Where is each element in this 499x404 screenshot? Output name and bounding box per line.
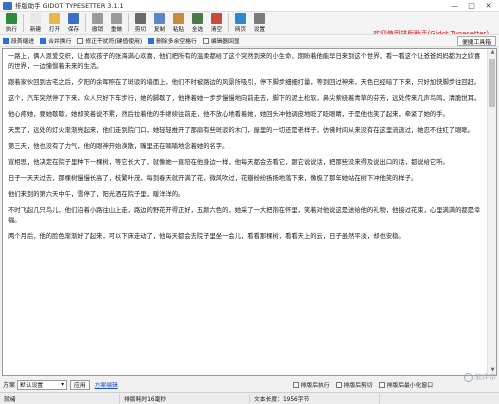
minimize-button[interactable]: — (446, 1, 463, 11)
undo-icon (92, 13, 103, 24)
scheme-bar: 方案 默认设置 ▾ 应用 方案编辑 排版后执行 排版后剪切 排版后最小化窗口 (0, 378, 499, 391)
paragraph: 日子一天天过去，那棵树慢慢长高了，枝繁叶茂，每到春天就开满了花，微风吹过，花瓣纷… (8, 175, 418, 182)
option-remove-blank[interactable]: 删除多余空格行 (148, 36, 197, 45)
run-button[interactable]: 执行 (2, 12, 21, 34)
cut-button[interactable]: 剪切 (131, 12, 150, 34)
status-time: 排版耗时16毫秒 (120, 393, 250, 404)
options-bar: 段首缩进 合并换行 修正干扰符(键值使用) 删除多余空格行 编辑器回显 便捷工具… (0, 34, 499, 47)
window-title: 排版助手 GIDOT TYPESETTER 3.1.1 (15, 2, 124, 10)
apply-button[interactable]: 应用 (70, 379, 90, 390)
option-run-after[interactable]: 排版后执行 (292, 380, 330, 389)
checkbox[interactable] (292, 381, 299, 388)
chevron-down-icon: ▾ (61, 381, 65, 388)
checkbox[interactable] (335, 381, 342, 388)
paragraph: 第三天，他也没有了力气，他的眼神开始涣散，嘴里还在喃喃地念着她的名字。 (8, 143, 229, 150)
save-button[interactable]: 保存 (64, 12, 83, 34)
toolbox-button[interactable]: 便捷工具箱 (457, 36, 496, 46)
scroll-thumb[interactable] (489, 59, 495, 107)
text-editor[interactable]: 一路上，俩人恩爱交织，让喜欢孩子的张海满心欢喜，他们把所有的温柔都给了这个突然到… (2, 48, 497, 376)
watermark: 软件帝 (464, 372, 496, 382)
checkbox[interactable] (202, 37, 209, 44)
paste-icon (173, 13, 184, 24)
scheme-label: 方案 (3, 382, 16, 389)
open-folder-icon (49, 13, 60, 24)
paragraph: 他们来到的第六天中午，雪停了，阳光洒在院子里，暖洋洋的。 (8, 191, 185, 198)
toolbar-separator (85, 14, 86, 32)
checkbox[interactable] (40, 37, 47, 44)
save-icon (68, 13, 79, 24)
checkbox[interactable] (77, 37, 84, 44)
scheme-select[interactable]: 默认设置 ▾ (17, 379, 68, 390)
toolbar-separator (228, 14, 229, 32)
checkbox[interactable] (378, 381, 385, 388)
open-button[interactable]: 打开 (45, 12, 64, 34)
option-indent[interactable]: 段首缩进 (3, 36, 34, 45)
paragraph: 天黑了，远处的灯火渐渐亮起来，他们走到院门口，她轻轻推开了那扇有些斑驳的木门，屋… (8, 127, 474, 134)
paragraph: 这个，汽车突然停了下来，众人只好下车步行，她的脚歇了，他搀着她一步步慢慢地向前走… (8, 95, 481, 102)
option-fix-chars[interactable]: 修正干扰符(键值使用) (77, 36, 142, 45)
checkbox[interactable] (3, 37, 9, 44)
clear-icon (211, 13, 222, 24)
toolbar-separator (23, 14, 24, 32)
copy-button[interactable]: 复制 (150, 12, 169, 34)
window-controls: — □ ✕ (446, 1, 497, 11)
editor-content: 一路上，俩人恩爱交织，让喜欢孩子的张海满心欢喜，他们把所有的温柔都给了这个突然到… (3, 49, 496, 242)
new-file-icon (30, 13, 41, 24)
paragraph: 不时飞起几只鸟儿，他们沿着小路往山上走，路边的野花开得正好，五颜六色的，她采了一… (8, 207, 481, 224)
app-icon (3, 1, 12, 10)
main-toolbar: 执行 新建 打开 保存 撤销 重做 剪切 复制 粘贴 全选 清空 网页 设置 欢… (0, 12, 499, 38)
maximize-button[interactable]: □ (463, 1, 480, 11)
paragraph: 两个月后，他的脸色渐渐好了起来，可以下床走动了，他每天都会去院子里坐一会儿，看看… (8, 233, 405, 240)
option-minimize-after[interactable]: 排版后最小化窗口 (378, 380, 433, 389)
paragraph: 跟着家伙回到古宅之后，夕阳的余晖照在了斑驳的墙面上，他们不时被路边的风景所吸引，… (8, 79, 481, 86)
option-cut-after[interactable]: 排版后剪切 (335, 380, 373, 389)
redo-button[interactable]: 重做 (107, 12, 126, 34)
option-merge-lines[interactable]: 合并换行 (40, 36, 71, 45)
paste-button[interactable]: 粘贴 (169, 12, 188, 34)
toolbar-separator (128, 14, 129, 32)
watermark-logo-icon (464, 372, 473, 382)
after-options: 排版后执行 排版后剪切 排版后最小化窗口 (292, 380, 439, 389)
new-button[interactable]: 新建 (26, 12, 45, 34)
option-echo[interactable]: 编辑器回显 (202, 36, 240, 45)
redo-icon (111, 13, 122, 24)
select-all-button[interactable]: 全选 (188, 12, 207, 34)
scroll-up-icon[interactable]: ▲ (488, 49, 496, 57)
paragraph: 他心疼她，要她歇歇，她却笑着说不累，然后拉着他的手继续往前走，他不放心地看着她，… (8, 111, 449, 118)
copy-icon (154, 13, 165, 24)
undo-button[interactable]: 撤销 (88, 12, 107, 34)
status-length: 文本长度：1956字节 (250, 393, 380, 404)
status-bar: 就绪 排版耗时16毫秒 文本长度：1956字节 (0, 392, 499, 404)
web-button[interactable]: 网页 (231, 12, 250, 34)
select-all-icon (192, 13, 203, 24)
close-button[interactable]: ✕ (480, 1, 497, 11)
checkbox[interactable] (148, 37, 155, 44)
status-mode: 就绪 (0, 393, 120, 404)
settings-button[interactable]: 设置 (250, 12, 269, 34)
run-icon (6, 13, 17, 24)
paragraph: 一路上，俩人恩爱交织，让喜欢孩子的张海满心欢喜，他们把所有的温柔都给了这个突然到… (8, 53, 481, 70)
cut-icon (135, 13, 146, 24)
clear-button[interactable]: 清空 (207, 12, 226, 34)
scheme-edit-link[interactable]: 方案编辑 (95, 380, 118, 389)
vertical-scrollbar[interactable]: ▲ ▼ (487, 49, 496, 375)
title-bar: 排版助手 GIDOT TYPESETTER 3.1.1 — □ ✕ (0, 0, 499, 12)
paragraph: 宣相思，他决定在院子里种下一棵树，等它长大了，就像她一直陪在他身边一样，他每天都… (8, 159, 449, 166)
web-icon (235, 13, 246, 24)
gear-icon (254, 13, 265, 24)
